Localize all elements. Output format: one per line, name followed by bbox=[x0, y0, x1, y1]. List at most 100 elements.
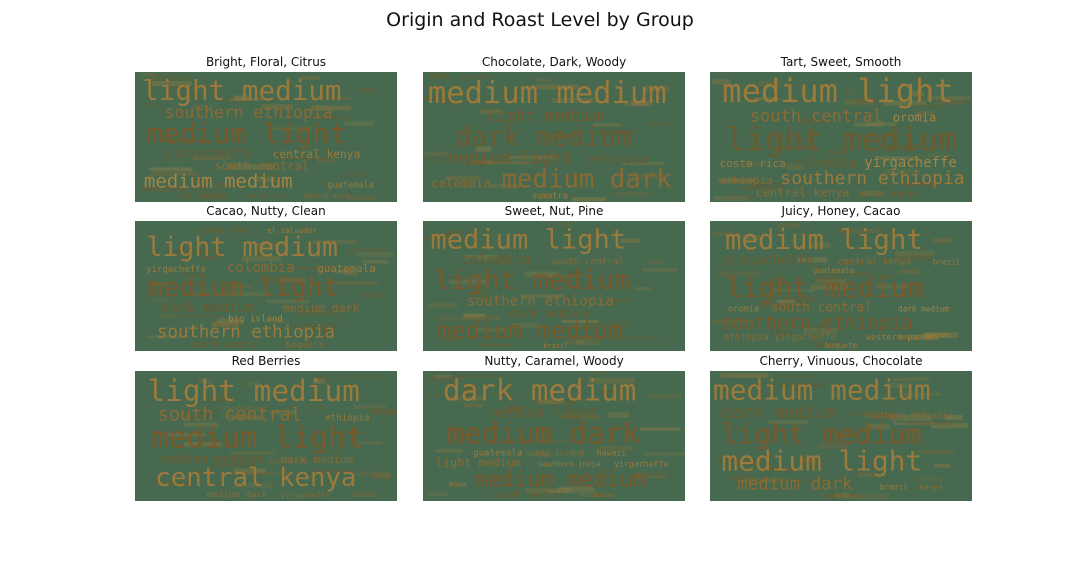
word-medium-light: medium light bbox=[722, 72, 953, 110]
word-light-medium: light medium bbox=[434, 265, 630, 296]
word-papua-new: papua new bbox=[823, 492, 861, 500]
filler-mark bbox=[932, 238, 952, 244]
panel-title: Red Berries bbox=[231, 354, 301, 368]
word-kenya: kenya bbox=[919, 482, 943, 491]
word-brazil: brazil bbox=[880, 482, 908, 491]
filler-mark bbox=[571, 197, 606, 202]
word-yirgacheffe: yirgacheffe bbox=[723, 253, 814, 269]
filler-mark bbox=[640, 427, 681, 431]
word-central-kenya: central kenya bbox=[155, 463, 356, 493]
panel-title: Cherry, Vinuous, Chocolate bbox=[759, 354, 923, 368]
filler-mark bbox=[353, 471, 390, 477]
word-costa-rica: costa rica bbox=[242, 192, 289, 201]
word-yirgacheffe: yirgacheffe bbox=[281, 491, 329, 500]
word-medium-light: medium light bbox=[146, 117, 345, 150]
word-brazil: brazil bbox=[544, 342, 569, 350]
word-ethiopia-yirgacheffe: ethiopia yirgacheffe bbox=[723, 332, 836, 343]
panel-title: Tart, Sweet, Smooth bbox=[780, 55, 902, 69]
word-boquete: boquete bbox=[825, 341, 858, 350]
word-sumatra: sumatra bbox=[532, 192, 568, 202]
word-medium-light: medium light bbox=[725, 225, 923, 256]
filler-mark bbox=[346, 248, 387, 253]
word-light-medium: light medium bbox=[148, 374, 360, 408]
filler-mark bbox=[650, 259, 665, 264]
wordcloud-svg: medium mediumdark medium southern ethiopi… bbox=[710, 371, 972, 501]
figure-title: Origin and Roast Level by Group bbox=[386, 9, 694, 31]
filler-mark bbox=[648, 121, 669, 127]
wordcloud-panel: medium light yirgacheffe central kenya braz… bbox=[710, 221, 972, 351]
word-light-medium: light medium bbox=[147, 232, 338, 263]
word-central-kenya: central kenya bbox=[756, 186, 850, 200]
panel-title: Bright, Floral, Citrus bbox=[205, 55, 327, 69]
panel-title: Juicy, Honey, Cacao bbox=[781, 204, 901, 218]
word-guatemala: guatemala bbox=[327, 181, 374, 191]
word-dark-medium: dark medium bbox=[161, 300, 254, 316]
wordcloud-panel: light medium southern ethiopia medium ligh… bbox=[135, 72, 397, 202]
wordcloud-panel: light medium south central ethiopia medium … bbox=[135, 371, 397, 501]
word-medium-light: medium light bbox=[147, 272, 338, 303]
filler-mark bbox=[933, 463, 951, 468]
panel-title: Nutty, Caramel, Woody bbox=[484, 354, 624, 368]
word-medium-dark: medium dark bbox=[207, 490, 268, 501]
word-medium-dark: medium dark bbox=[447, 416, 641, 450]
word-light-medium: light medium bbox=[726, 120, 957, 158]
filler-mark bbox=[348, 195, 377, 201]
wordcloud-svg: medium lightcolombia south centrallight m… bbox=[423, 221, 685, 351]
word-south-central: south central bbox=[493, 491, 564, 501]
word-colombia: colombia bbox=[431, 176, 491, 191]
word-dark-medium: dark medium bbox=[443, 374, 636, 408]
word-medium-light: medium light bbox=[721, 445, 922, 478]
word-boquete: boquete bbox=[286, 341, 324, 351]
filler-mark bbox=[644, 452, 685, 456]
word-medium-light: medium light bbox=[430, 225, 626, 256]
word-medium-dark: medium dark bbox=[502, 165, 673, 195]
word-honduras: honduras bbox=[580, 491, 615, 500]
word-medium-dark: medium dark bbox=[304, 193, 350, 201]
word-kona: kona bbox=[449, 480, 467, 489]
word-light-medium: light medium bbox=[726, 273, 924, 304]
filler-mark bbox=[355, 252, 394, 257]
wordcloud-svg: dark mediummedium lightmedium darkguatem… bbox=[423, 371, 685, 501]
word-medium-dark: medium dark bbox=[283, 301, 360, 315]
word-brazil: brazil bbox=[933, 258, 961, 267]
word-el-salvador: el salvador bbox=[858, 190, 918, 200]
word-western-panama: western panama bbox=[866, 333, 938, 343]
filler-mark bbox=[634, 287, 651, 291]
word-costa-rica: costa rica bbox=[720, 157, 786, 170]
wordcloud-svg: light mediumsouthern ethiopiamedium ligh… bbox=[135, 72, 397, 202]
word-colombia: colombia bbox=[181, 191, 227, 202]
wordcloud-svg: medium lightyirgacheffe central kenya braz… bbox=[710, 221, 972, 351]
filler-mark bbox=[426, 492, 450, 497]
filler-mark bbox=[642, 268, 678, 272]
wordcloud-panel: costa rica el salvador light medium yirgach… bbox=[135, 221, 397, 351]
wordcloud-panel: medium medium dark medium southern ethiopi… bbox=[710, 371, 972, 501]
filler-mark bbox=[345, 173, 367, 178]
word-hawaii: hawaii bbox=[597, 448, 627, 458]
filler-mark bbox=[361, 292, 381, 298]
wordcloud-panel: medium light south central oromia light med… bbox=[710, 72, 972, 202]
filler-mark bbox=[424, 151, 448, 156]
wordcloud-panel: medium medium light medium dark medium medi… bbox=[423, 72, 685, 202]
wordcloud-svg: medium lightsouth central oromialight med… bbox=[710, 72, 972, 202]
word-medium-medium: medium medium bbox=[475, 468, 646, 493]
panel-title: Sweet, Nut, Pine bbox=[504, 204, 604, 218]
filler-mark bbox=[344, 120, 374, 127]
filler-mark bbox=[428, 303, 458, 308]
filler-mark bbox=[334, 281, 379, 285]
word-medium-medium: medium medium bbox=[144, 171, 293, 193]
word-medium-light: medium light bbox=[151, 421, 363, 455]
wordcloud-panel: medium light colombia south central light m… bbox=[423, 221, 685, 351]
filler-mark bbox=[357, 87, 375, 93]
filler-mark bbox=[646, 394, 682, 399]
filler-mark bbox=[426, 156, 446, 163]
filler-mark bbox=[917, 450, 954, 454]
word-south-central: south central bbox=[191, 341, 262, 351]
wordcloud-panel: dark medium medium light medium dark guatem… bbox=[423, 371, 685, 501]
word-medium-medium: medium medium bbox=[437, 317, 622, 345]
wordcloud-svg: medium mediumlight mediumdark mediummedi… bbox=[423, 72, 685, 202]
panel-title: Chocolate, Dark, Woody bbox=[481, 55, 627, 69]
filler-mark bbox=[370, 408, 397, 415]
word-big-island: big island bbox=[535, 448, 584, 458]
word-southern-ethiopia: southern ethiopia bbox=[157, 322, 335, 342]
panel-title: Cacao, Nutty, Clean bbox=[206, 204, 326, 218]
